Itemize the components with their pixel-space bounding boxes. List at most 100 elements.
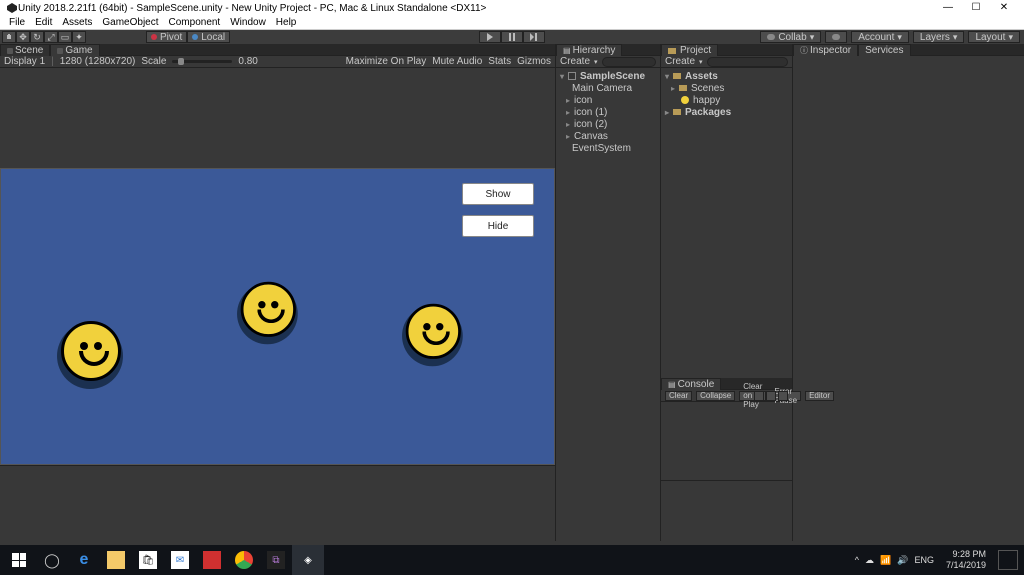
hierarchy-item-canvas[interactable]: ▸Canvas <box>556 130 660 142</box>
local-label: Local <box>201 32 225 43</box>
start-button[interactable] <box>2 545 36 575</box>
gizmos-dropdown[interactable]: Gizmos <box>517 56 551 67</box>
pivot-icon <box>151 34 157 40</box>
layers-dropdown[interactable]: Layers ▾ <box>913 31 965 43</box>
menu-component[interactable]: Component <box>164 17 226 28</box>
console-detail <box>661 481 792 541</box>
maximize-on-play-toggle[interactable]: Maximize On Play <box>346 56 427 67</box>
tab-hierarchy[interactable]: ▤Hierarchy <box>556 44 622 56</box>
taskbar-edge[interactable]: e <box>68 545 100 575</box>
console-info-filter[interactable] <box>754 391 764 401</box>
tab-services[interactable]: Services <box>858 44 910 56</box>
clock-date: 7/14/2019 <box>946 560 986 571</box>
tab-project[interactable]: Project <box>661 44 718 56</box>
console-warn-filter[interactable] <box>766 391 776 401</box>
hand-tool-button[interactable] <box>2 31 16 43</box>
hierarchy-item-main-camera[interactable]: Main Camera <box>556 82 660 94</box>
menu-edit[interactable]: Edit <box>30 17 57 28</box>
game-viewport[interactable]: Show Hide <box>0 168 555 465</box>
console-collapse-toggle[interactable]: Collapse <box>696 391 735 401</box>
menu-gameobject[interactable]: GameObject <box>97 17 163 28</box>
menu-help[interactable]: Help <box>271 17 302 28</box>
pivot-toggle[interactable]: Pivot <box>146 31 187 43</box>
hierarchy-scene[interactable]: ▾SampleScene <box>556 70 660 82</box>
project-console-column: Project Create▾ ▾Assets ▸Scenes happy ▸P… <box>660 44 792 541</box>
pause-button[interactable] <box>501 31 523 43</box>
console-editor-dropdown[interactable]: Editor <box>805 391 834 401</box>
tab-game[interactable]: Game <box>50 44 99 56</box>
project-create-dropdown[interactable]: Create <box>665 56 695 67</box>
rect-tool-button[interactable]: ▭ <box>58 31 72 43</box>
tab-scene[interactable]: Scene <box>0 44 50 56</box>
project-search[interactable] <box>707 57 788 67</box>
console-clear-button[interactable]: Clear <box>665 391 692 401</box>
layout-dropdown[interactable]: Layout ▾ <box>968 31 1020 43</box>
resolution-dropdown[interactable]: 1280 (1280x720) <box>60 56 136 67</box>
rotate-tool-button[interactable]: ↻ <box>30 31 44 43</box>
account-label: Account <box>858 32 894 43</box>
menu-file[interactable]: File <box>4 17 30 28</box>
project-assets[interactable]: ▾Assets <box>661 70 792 82</box>
cloud-button[interactable] <box>825 31 847 43</box>
main-toolbar: ✥ ↻ ⤢ ▭ ✦ Pivot Local Collab ▾ Account ▾… <box>0 30 1024 44</box>
game-show-button[interactable]: Show <box>462 183 534 205</box>
taskbar-search[interactable]: ◯ <box>36 545 68 575</box>
scene-game-tabs: Scene Game <box>0 44 555 56</box>
stats-toggle[interactable]: Stats <box>488 56 511 67</box>
pivot-group: Pivot Local <box>146 31 230 43</box>
mute-audio-toggle[interactable]: Mute Audio <box>432 56 482 67</box>
hierarchy-item-icon1[interactable]: ▸icon (1) <box>556 106 660 118</box>
hierarchy-create-dropdown[interactable]: Create <box>560 56 590 67</box>
game-toolbar: Display 1 | 1280 (1280x720) Scale 0.80 M… <box>0 56 555 68</box>
taskbar-unity[interactable]: ◈ <box>292 545 324 575</box>
layout-label: Layout <box>975 32 1005 43</box>
taskbar-mail[interactable]: ✉ <box>164 545 196 575</box>
taskbar-store[interactable]: 🛍 <box>132 545 164 575</box>
scale-tool-button[interactable]: ⤢ <box>44 31 58 43</box>
windows-taskbar: ◯ e 🛍 ✉ ⧉ ◈ ^ ☁ 📶 🔊 ENG 9:28 PM 7/14/201… <box>0 545 1024 575</box>
taskbar-vs[interactable]: ⧉ <box>260 545 292 575</box>
show-label: Show <box>485 189 510 200</box>
project-packages[interactable]: ▸Packages <box>661 106 792 118</box>
tray-language[interactable]: ENG <box>914 555 934 565</box>
project-item-happy[interactable]: happy <box>661 94 792 106</box>
layers-label: Layers <box>920 32 950 43</box>
window-close-button[interactable]: ✕ <box>990 0 1018 16</box>
window-minimize-button[interactable]: — <box>934 0 962 16</box>
scale-slider[interactable] <box>172 60 232 63</box>
hierarchy-item-icon2[interactable]: ▸icon (2) <box>556 118 660 130</box>
game-hide-button[interactable]: Hide <box>462 215 534 237</box>
step-button[interactable] <box>523 31 545 43</box>
tab-inspector[interactable]: ⓘInspector <box>793 44 858 56</box>
tray-clock[interactable]: 9:28 PM 7/14/2019 <box>940 549 992 571</box>
taskbar-chrome[interactable] <box>228 545 260 575</box>
play-button[interactable] <box>479 31 501 43</box>
tray-network-icon[interactable]: 📶 <box>880 555 891 566</box>
tray-volume-icon[interactable]: 🔊 <box>897 555 908 566</box>
collab-dropdown[interactable]: Collab ▾ <box>760 31 821 43</box>
transform-tool-button[interactable]: ✦ <box>72 31 86 43</box>
tray-chevron-icon[interactable]: ^ <box>855 555 859 565</box>
move-tool-button[interactable]: ✥ <box>16 31 30 43</box>
happy-face-2 <box>239 280 305 346</box>
hierarchy-search[interactable] <box>602 57 656 67</box>
hierarchy-item-icon[interactable]: ▸icon <box>556 94 660 106</box>
console-error-filter[interactable] <box>778 391 788 401</box>
menu-window[interactable]: Window <box>225 17 271 28</box>
taskbar-app-red[interactable] <box>196 545 228 575</box>
local-toggle[interactable]: Local <box>187 31 230 43</box>
scenes-folder-icon <box>679 85 687 91</box>
account-dropdown[interactable]: Account ▾ <box>851 31 909 43</box>
taskbar-explorer[interactable] <box>100 545 132 575</box>
clock-time: 9:28 PM <box>946 549 986 560</box>
tray-onedrive-icon[interactable]: ☁ <box>865 555 874 566</box>
tray-notifications-icon[interactable] <box>998 550 1018 570</box>
window-maximize-button[interactable]: ☐ <box>962 0 990 16</box>
project-item-scenes[interactable]: ▸Scenes <box>661 82 792 94</box>
display-dropdown[interactable]: Display 1 <box>4 56 45 67</box>
transform-tools: ✥ ↻ ⤢ ▭ ✦ <box>2 31 86 43</box>
hierarchy-item-eventsystem[interactable]: EventSystem <box>556 142 660 154</box>
menu-assets[interactable]: Assets <box>57 17 97 28</box>
console-messages[interactable] <box>661 402 792 481</box>
tab-console[interactable]: ▤Console <box>661 378 721 390</box>
